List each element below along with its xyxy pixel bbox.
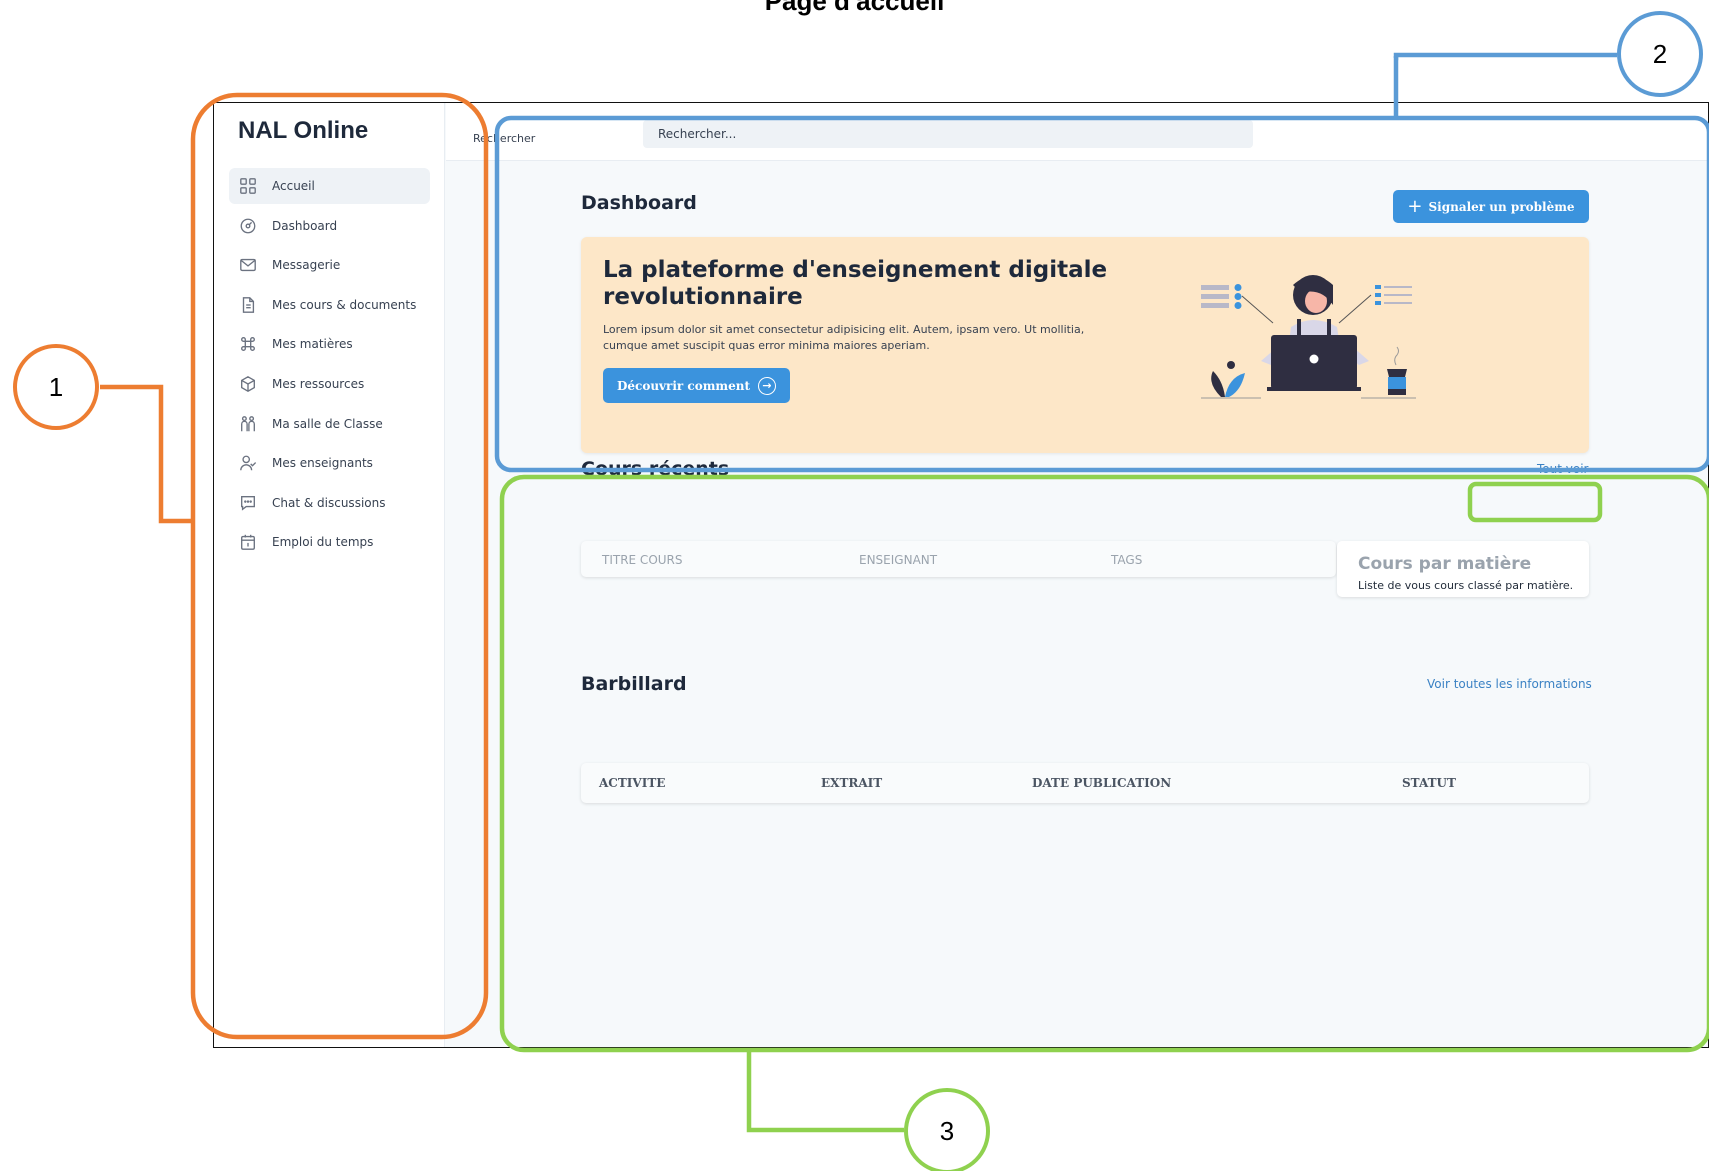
column-header[interactable]: TITRE COURS xyxy=(602,553,683,567)
calendar-icon xyxy=(238,532,258,552)
gauge-icon xyxy=(238,216,258,236)
sidebar-item-emploi-temps[interactable]: Emploi du temps xyxy=(229,524,430,560)
board-table-header: ACTIVITE EXTRAIT DATE PUBLICATION STATUT xyxy=(581,763,1589,803)
sidebar-nav: Accueil Dashboard Messagerie Mes cours &… xyxy=(229,168,430,564)
sidebar-item-accueil[interactable]: Accueil xyxy=(229,168,430,204)
annotation-marker-3: 3 xyxy=(904,1088,990,1171)
sidebar-item-chat[interactable]: Chat & discussions xyxy=(229,485,430,521)
user-check-icon xyxy=(238,453,258,473)
report-problem-label: Signaler un problème xyxy=(1428,199,1575,214)
sidebar-item-messagerie[interactable]: Messagerie xyxy=(229,247,430,283)
discover-label: Découvrir comment xyxy=(616,378,751,393)
subject-card[interactable]: Cours par matière Liste de vous cours cl… xyxy=(1337,541,1589,597)
annotation-marker-2: 2 xyxy=(1617,11,1703,97)
column-header[interactable]: ACTIVITE xyxy=(599,776,665,790)
board-title: Barbillard xyxy=(581,673,687,695)
subject-card-description: Liste de vous cours classé par matière. xyxy=(1358,579,1574,592)
cube-icon xyxy=(238,374,258,394)
courses-table-header: TITRE COURS ENSEIGNANT TAGS xyxy=(581,541,1336,577)
search-input[interactable] xyxy=(643,120,1253,148)
recent-courses-title: Cours récents xyxy=(581,458,730,480)
woman-laptop-illustration xyxy=(1201,275,1416,399)
sidebar-item-label: Mes enseignants xyxy=(272,456,373,471)
see-all-info-link[interactable]: Voir toutes les informations xyxy=(1427,677,1592,691)
see-all-courses-link[interactable]: Tout voir xyxy=(1537,462,1588,476)
hero-text: Lorem ipsum dolor sit amet consectetur a… xyxy=(603,323,1085,352)
dashboard-title: Dashboard xyxy=(581,192,697,214)
sidebar-item-matieres[interactable]: Mes matières xyxy=(229,326,430,362)
column-header[interactable]: ENSEIGNANT xyxy=(859,553,937,567)
sidebar-item-label: Mes matières xyxy=(272,337,353,352)
page-heading: Page d'accueil xyxy=(764,0,945,16)
hero-banner: La plateforme d'enseignement digitale re… xyxy=(581,237,1589,453)
sidebar-item-label: Mes cours & documents xyxy=(272,297,417,312)
arrow-right-circle-icon: → xyxy=(758,376,777,395)
hero-title: La plateforme d'enseignement digitale re… xyxy=(603,257,1108,310)
topbar: Rechercher DA xyxy=(446,103,1708,161)
search-label: Rechercher xyxy=(473,132,536,145)
document-icon xyxy=(238,295,258,315)
sidebar-item-label: Chat & discussions xyxy=(272,495,386,510)
sidebar-item-ressources[interactable]: Mes ressources xyxy=(229,366,430,402)
sidebar-item-salle-classe[interactable]: Ma salle de Classe xyxy=(229,406,430,442)
mail-icon xyxy=(238,255,258,275)
sidebar-item-label: Messagerie xyxy=(272,258,341,273)
screenshot-stage: Page d'accueil NAL Online Accueil Dashbo… xyxy=(0,0,1709,1171)
sidebar-item-cours-documents[interactable]: Mes cours & documents xyxy=(229,287,430,323)
sidebar-item-enseignants[interactable]: Mes enseignants xyxy=(229,445,430,481)
people-icon xyxy=(238,414,258,434)
command-icon xyxy=(238,334,258,354)
brand-logo-text: NAL Online xyxy=(238,117,369,144)
sidebar-item-label: Ma salle de Classe xyxy=(272,416,383,431)
sidebar-item-dashboard[interactable]: Dashboard xyxy=(229,208,430,244)
column-header[interactable]: TAGS xyxy=(1111,553,1142,567)
column-header[interactable]: DATE PUBLICATION xyxy=(1032,776,1171,790)
column-header[interactable]: STATUT xyxy=(1402,776,1456,790)
subject-card-title: Cours par matière xyxy=(1358,554,1532,574)
sidebar: NAL Online Accueil Dashboard Messagerie … xyxy=(214,103,445,1047)
report-problem-button[interactable]: + Signaler un problème xyxy=(1393,190,1589,223)
grid-icon xyxy=(238,176,258,196)
plus-icon: + xyxy=(1407,195,1423,217)
sidebar-item-label: Dashboard xyxy=(272,218,338,233)
annotation-marker-1: 1 xyxy=(13,344,99,430)
chat-icon xyxy=(238,493,258,513)
discover-button[interactable]: Découvrir comment → xyxy=(603,368,790,403)
app-window: NAL Online Accueil Dashboard Messagerie … xyxy=(213,102,1709,1048)
sidebar-item-label: Emploi du temps xyxy=(272,535,374,550)
column-header[interactable]: EXTRAIT xyxy=(821,776,882,790)
sidebar-item-label: Accueil xyxy=(272,179,315,193)
sidebar-item-label: Mes ressources xyxy=(272,376,365,391)
